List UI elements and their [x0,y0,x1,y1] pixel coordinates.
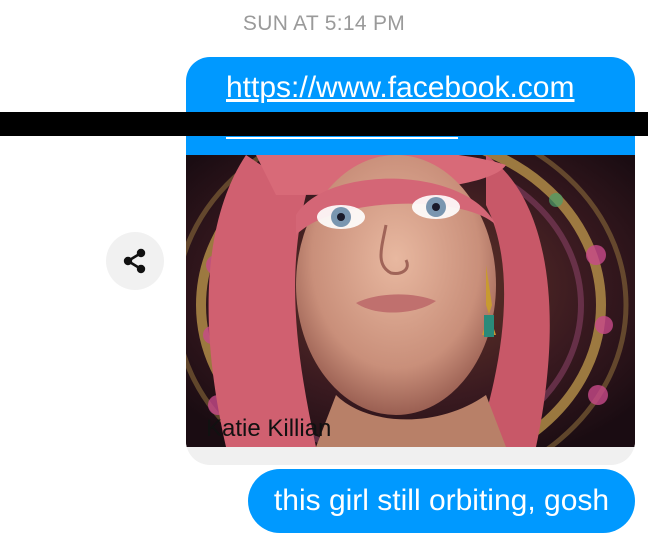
link-preview-header[interactable]: https://www.facebook.com [186,57,635,155]
profile-photo [186,155,635,447]
message-text: this girl still orbiting, gosh [273,484,610,517]
sent-message-bubble[interactable]: this girl still orbiting, gosh [248,469,635,533]
redaction-bar [0,112,648,136]
link-url[interactable]: https://www.facebook.com [226,71,575,105]
share-button[interactable] [106,232,164,290]
share-icon [123,248,146,274]
link-preview-image[interactable] [186,155,635,447]
link-preview-title[interactable]: Katie Killian [206,415,331,443]
message-timestamp: SUN AT 5:14 PM [242,12,406,35]
conversation-view: SUN AT 5:14 PM https://www.facebook.com [0,0,648,555]
